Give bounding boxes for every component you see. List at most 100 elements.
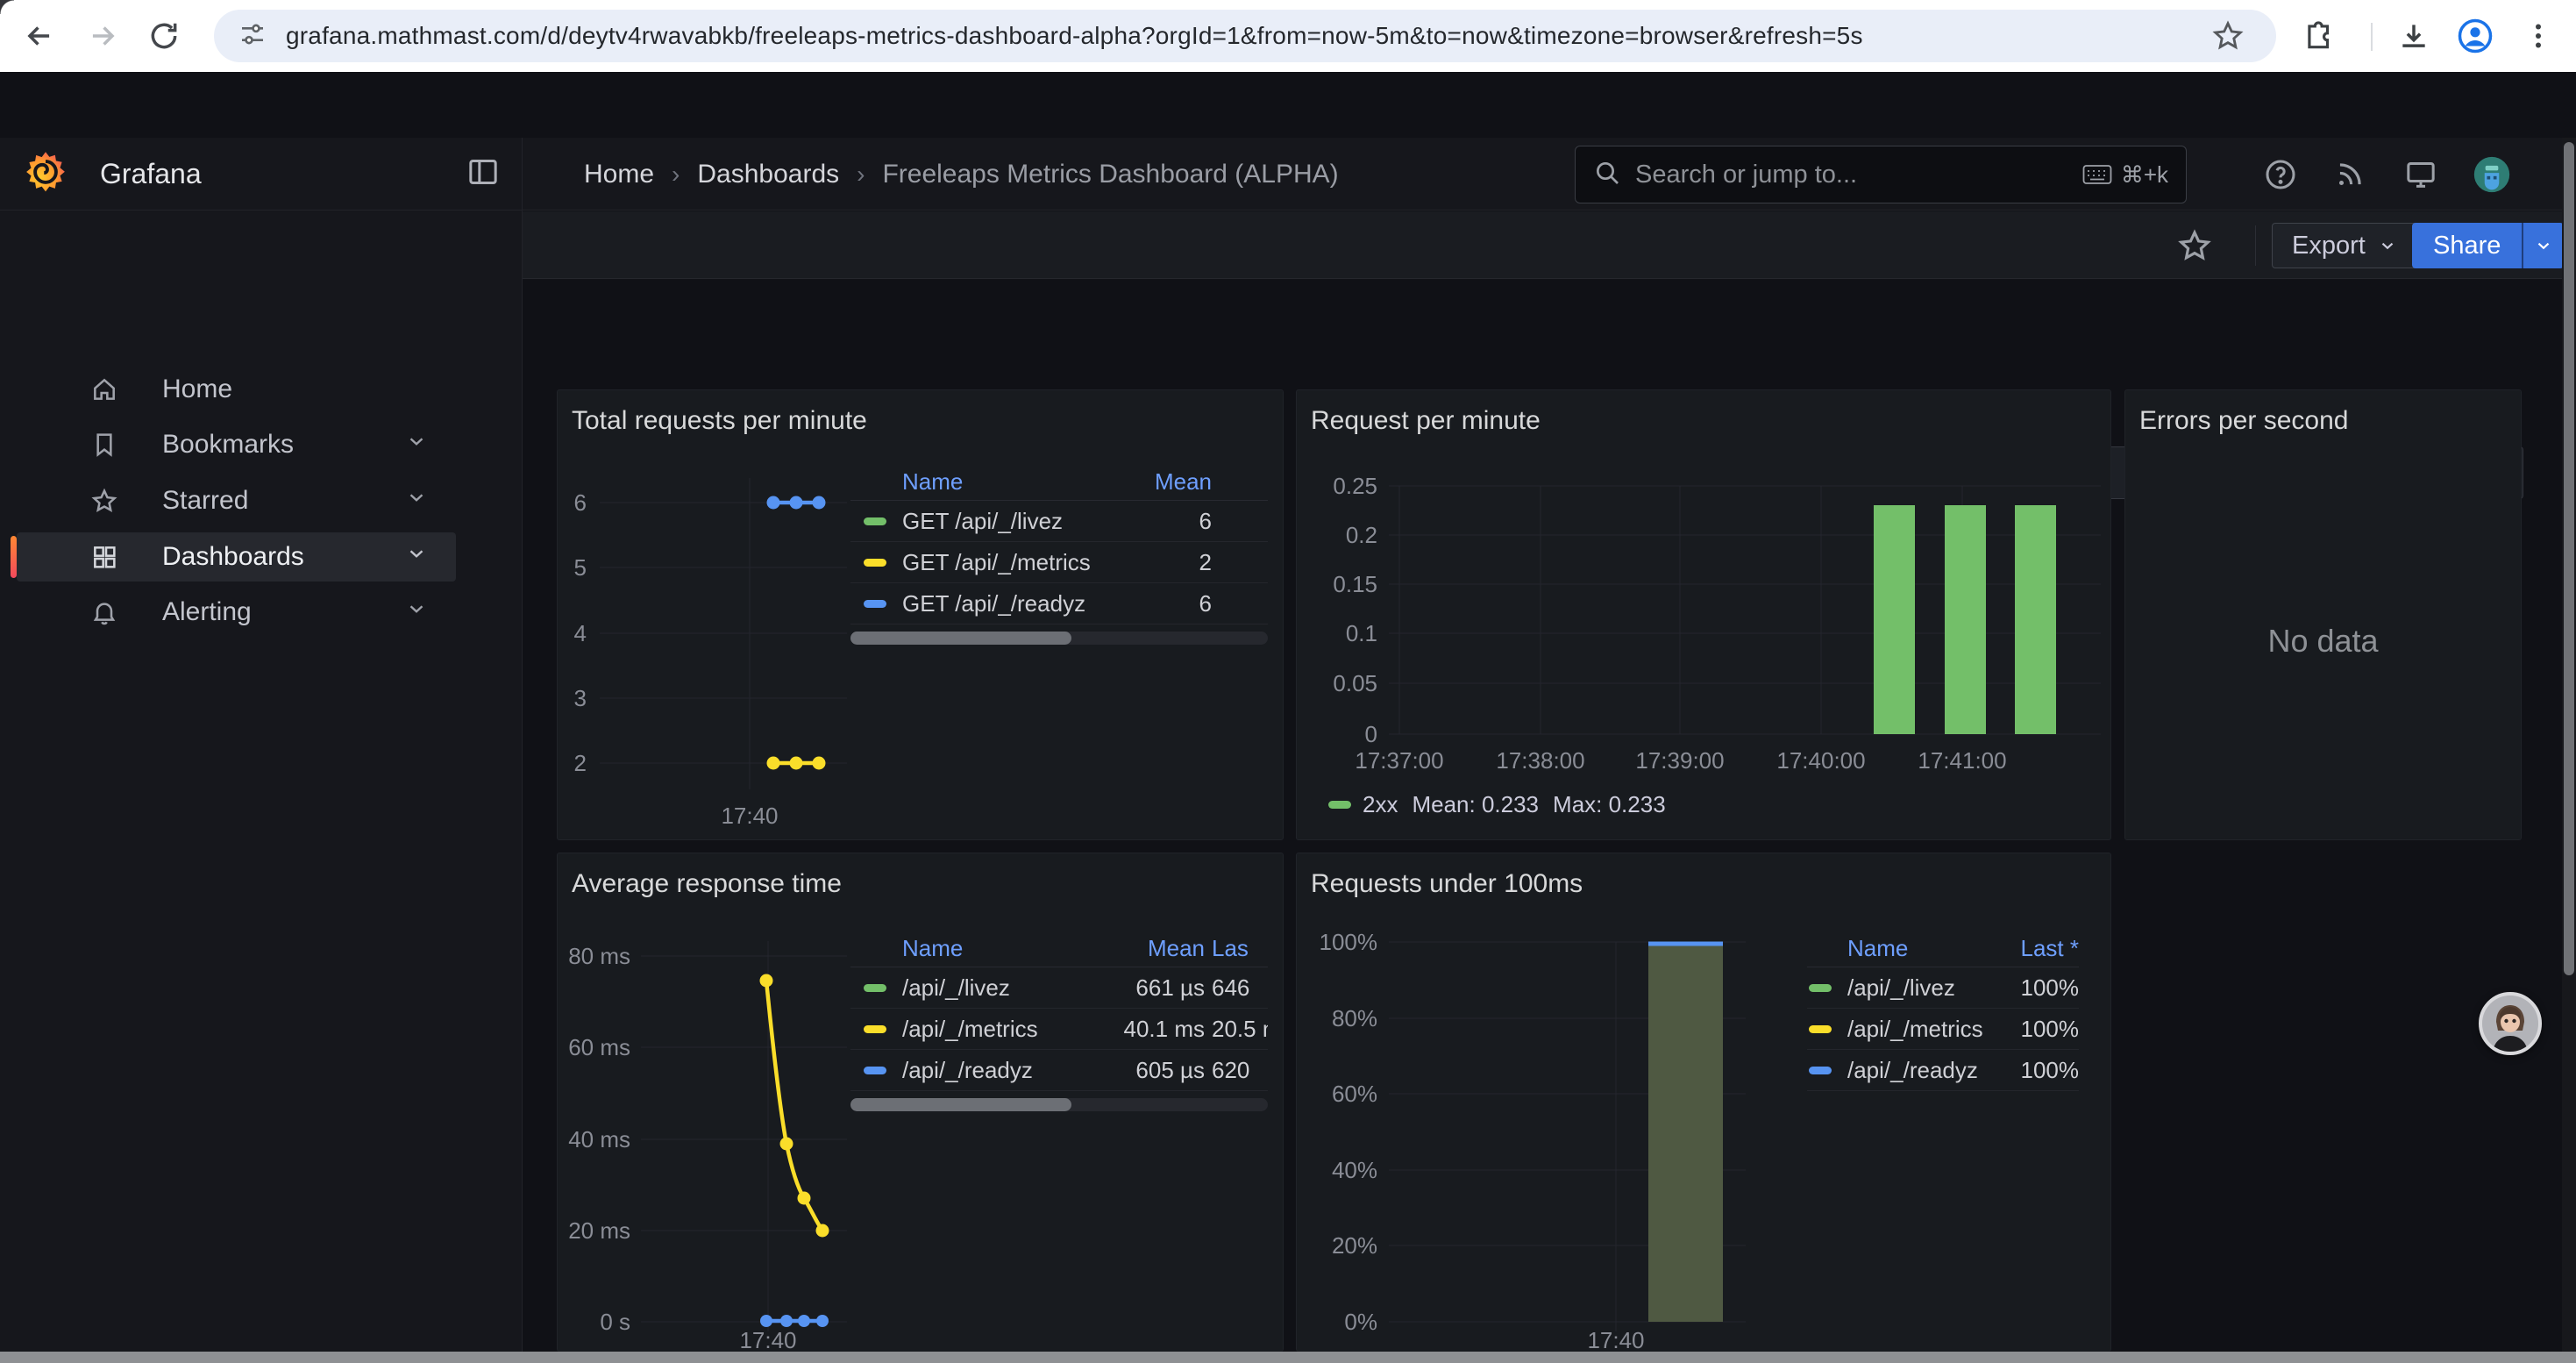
browser-menu-icon[interactable] bbox=[2515, 12, 2562, 60]
panel-average-response-time[interactable]: Average response time 80 ms 60 ms 40 ms … bbox=[557, 853, 1284, 1352]
legend-row[interactable]: /api/_/readyz 100% bbox=[1807, 1050, 2079, 1091]
series-color-swatch bbox=[864, 1067, 886, 1074]
downloads-icon[interactable] bbox=[2390, 12, 2437, 60]
svg-text:0 s: 0 s bbox=[600, 1309, 630, 1335]
legend-header-last[interactable]: Las bbox=[1212, 935, 1268, 962]
share-menu-chevron[interactable] bbox=[2522, 223, 2564, 268]
grafana-logo-icon[interactable] bbox=[23, 149, 68, 199]
series-color-swatch bbox=[864, 1025, 886, 1033]
panel-title[interactable]: Errors per second bbox=[2139, 406, 2348, 436]
extensions-icon[interactable] bbox=[2295, 12, 2343, 60]
search-placeholder: Search or jump to... bbox=[1635, 161, 2068, 189]
sidebar-header: Grafana bbox=[0, 138, 522, 211]
star-dashboard-icon[interactable] bbox=[2176, 227, 2213, 264]
legend-header-mean[interactable]: Mean bbox=[1108, 935, 1205, 962]
chevron-down-icon[interactable] bbox=[405, 486, 428, 516]
floating-assistant-avatar[interactable] bbox=[2479, 992, 2542, 1055]
export-button[interactable]: Export bbox=[2272, 223, 2417, 268]
svg-text:17:41:00: 17:41:00 bbox=[1918, 747, 2006, 774]
svg-text:0%: 0% bbox=[1344, 1309, 1377, 1335]
horizontal-scrollbar[interactable] bbox=[0, 1352, 2576, 1363]
legend-table: Name Mean Las /api/_/livez 661 µs 646 /a… bbox=[850, 931, 1268, 1111]
browser-toolbar: grafana.mathmast.com/d/deytv4rwavabkb/fr… bbox=[0, 0, 2576, 72]
sidebar-item-dashboards[interactable]: Dashboards bbox=[17, 532, 456, 582]
page-scrollbar[interactable] bbox=[2562, 138, 2576, 1352]
panel-requests-under-100ms[interactable]: Requests under 100ms 100% 80% 60% 40% 20… bbox=[1296, 853, 2111, 1352]
legend-header-mean[interactable]: Mean bbox=[1115, 468, 1212, 496]
chevron-down-icon bbox=[2378, 236, 2397, 255]
sidebar-toggle-icon[interactable] bbox=[466, 154, 501, 194]
search-input[interactable]: Search or jump to... ⌘+k bbox=[1575, 146, 2187, 203]
series-color-swatch bbox=[1809, 1025, 1832, 1033]
legend-mean: Mean: 0.233 bbox=[1412, 791, 1539, 818]
legend-header-name[interactable]: Name bbox=[850, 935, 1108, 962]
sidebar-item-starred[interactable]: Starred bbox=[17, 476, 456, 525]
series-readyz-line bbox=[760, 1315, 829, 1327]
bookmark-star-icon[interactable] bbox=[2204, 12, 2252, 60]
no-data-message: No data bbox=[2125, 443, 2521, 839]
sidebar-item-home[interactable]: Home bbox=[17, 365, 456, 414]
sidebar-item-label: Dashboards bbox=[162, 542, 304, 572]
chevron-down-icon[interactable] bbox=[405, 430, 428, 460]
share-button[interactable]: Share bbox=[2412, 223, 2564, 268]
bar-chart: 100% 80% 60% 40% 20% 0% 17:40 bbox=[1297, 853, 2112, 1352]
news-rss-icon[interactable] bbox=[2330, 155, 2369, 194]
monitor-icon[interactable] bbox=[2402, 155, 2440, 194]
svg-text:5: 5 bbox=[574, 554, 587, 581]
svg-text:4: 4 bbox=[574, 620, 587, 646]
scrollbar-thumb[interactable] bbox=[2564, 142, 2574, 975]
panel-request-per-minute[interactable]: Request per minute 0.25 0.2 0.15 0.1 0.0… bbox=[1296, 389, 2111, 840]
reload-icon[interactable] bbox=[146, 18, 182, 54]
actions-divider bbox=[2255, 225, 2256, 266]
legend-header: Name Mean bbox=[850, 464, 1268, 501]
legend-scrollbar[interactable] bbox=[850, 1098, 1268, 1111]
svg-text:0: 0 bbox=[1365, 721, 1377, 747]
legend-row[interactable]: GET /api/_/metrics 2 bbox=[850, 542, 1268, 583]
legend-header-last[interactable]: Last * bbox=[1982, 935, 2079, 962]
legend-row[interactable]: GET /api/_/readyz 6 bbox=[850, 583, 1268, 624]
panel-total-requests[interactable]: Total requests per minute 6 5 4 3 2 17:4… bbox=[557, 389, 1284, 840]
legend-row[interactable]: /api/_/readyz 605 µs 620 bbox=[850, 1050, 1268, 1091]
legend-header-name[interactable]: Name bbox=[850, 468, 1115, 496]
legend-scrollbar[interactable] bbox=[850, 632, 1268, 645]
series-color-swatch bbox=[864, 984, 886, 992]
svg-text:17:38:00: 17:38:00 bbox=[1496, 747, 1584, 774]
search-shortcut: ⌘+k bbox=[2082, 161, 2168, 189]
legend-header-name[interactable]: Name bbox=[1807, 935, 1982, 962]
user-avatar[interactable] bbox=[2473, 155, 2511, 194]
help-icon[interactable] bbox=[2261, 155, 2300, 194]
svg-text:40 ms: 40 ms bbox=[568, 1126, 630, 1152]
legend-max: Max: 0.233 bbox=[1553, 791, 1666, 818]
svg-text:40%: 40% bbox=[1332, 1157, 1377, 1183]
chevron-down-icon[interactable] bbox=[405, 597, 428, 627]
legend: 2xx Mean: 0.233 Max: 0.233 bbox=[1328, 785, 1675, 824]
url-text[interactable]: grafana.mathmast.com/d/deytv4rwavabkb/fr… bbox=[286, 22, 1863, 50]
svg-text:60%: 60% bbox=[1332, 1081, 1377, 1107]
series-color-swatch bbox=[864, 559, 886, 567]
forward-icon[interactable] bbox=[84, 18, 121, 54]
series-color-swatch bbox=[864, 517, 886, 525]
active-item-indicator bbox=[11, 536, 17, 578]
panel-errors-per-second[interactable]: Errors per second No data bbox=[2124, 389, 2522, 840]
legend-row[interactable]: /api/_/metrics 100% bbox=[1807, 1009, 2079, 1050]
breadcrumb-dashboards[interactable]: Dashboards bbox=[697, 160, 839, 189]
app-name: Grafana bbox=[100, 158, 466, 190]
address-bar[interactable]: grafana.mathmast.com/d/deytv4rwavabkb/fr… bbox=[214, 10, 2276, 62]
legend-series-label[interactable]: 2xx bbox=[1363, 791, 1398, 818]
legend-row[interactable]: /api/_/metrics 40.1 ms 20.5 m bbox=[850, 1009, 1268, 1050]
share-label[interactable]: Share bbox=[2412, 223, 2522, 268]
back-icon[interactable] bbox=[21, 18, 58, 54]
profile-avatar-icon[interactable] bbox=[2451, 12, 2499, 60]
sidebar-item-alerting[interactable]: Alerting bbox=[17, 588, 456, 637]
series-readyz-line bbox=[767, 496, 826, 510]
legend-table: Name Last * /api/_/livez 100% /api/_/met… bbox=[1807, 931, 2079, 1091]
toolbar-divider bbox=[2371, 23, 2373, 51]
site-settings-icon[interactable] bbox=[238, 20, 267, 53]
chevron-down-icon[interactable] bbox=[405, 542, 428, 572]
legend-row[interactable]: /api/_/livez 661 µs 646 bbox=[850, 967, 1268, 1009]
sidebar-item-bookmarks[interactable]: Bookmarks bbox=[17, 420, 456, 469]
sidebar-item-label: Home bbox=[162, 375, 232, 404]
legend-row[interactable]: /api/_/livez 100% bbox=[1807, 967, 2079, 1009]
breadcrumb-home[interactable]: Home bbox=[584, 160, 654, 189]
legend-row[interactable]: GET /api/_/livez 6 bbox=[850, 501, 1268, 542]
